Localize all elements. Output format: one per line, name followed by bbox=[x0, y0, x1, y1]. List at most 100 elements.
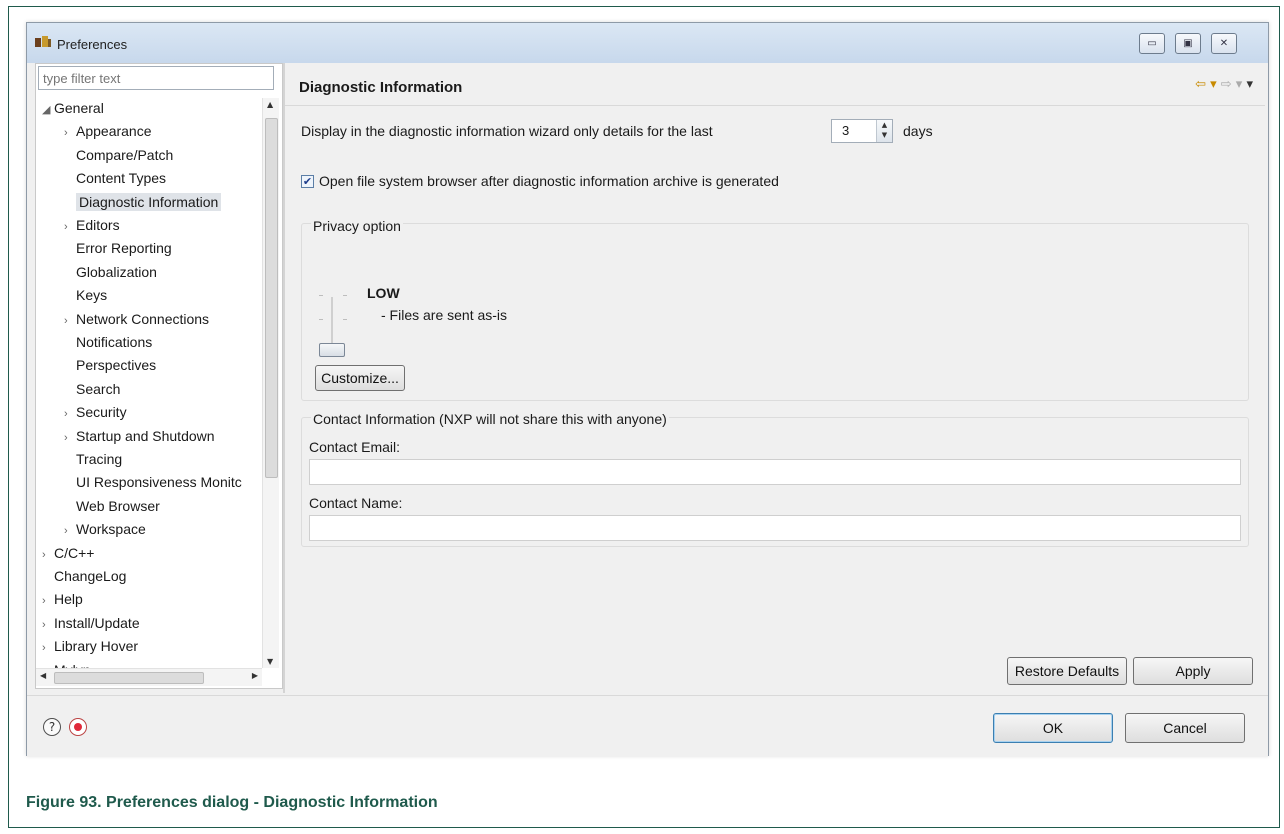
preferences-window: Preferences ▭ ▣ ✕ ◢General›AppearanceCom… bbox=[26, 22, 1269, 757]
view-menu-icon[interactable]: ▾ bbox=[1246, 77, 1253, 92]
expand-arrow-icon[interactable]: › bbox=[64, 521, 76, 541]
tree-item-label: Editors bbox=[76, 217, 120, 233]
tree-item[interactable]: ChangeLog bbox=[42, 566, 126, 586]
expand-arrow-icon[interactable]: › bbox=[64, 404, 76, 424]
tree-item[interactable]: › Editors bbox=[64, 215, 120, 235]
contact-email-field[interactable] bbox=[309, 459, 1241, 485]
tree-item[interactable]: Content Types bbox=[64, 168, 166, 188]
slider-tick bbox=[319, 319, 323, 320]
help-icon[interactable]: ? bbox=[43, 718, 61, 736]
expand-arrow-icon[interactable]: › bbox=[42, 638, 54, 658]
horizontal-scroll-thumb[interactable] bbox=[54, 672, 204, 684]
expand-arrow-icon[interactable]: › bbox=[64, 217, 76, 237]
open-browser-label: Open file system browser after diagnosti… bbox=[319, 173, 779, 189]
tree-item-label: Network Connections bbox=[76, 310, 210, 327]
tree-item[interactable]: › Security bbox=[64, 402, 127, 422]
privacy-level: LOW bbox=[367, 285, 400, 301]
title-separator bbox=[285, 105, 1265, 106]
scroll-left-icon[interactable]: ◀ bbox=[40, 671, 46, 680]
slider-tick bbox=[343, 319, 347, 320]
tree-item-label: Install/Update bbox=[54, 614, 140, 631]
tree-item-label: Keys bbox=[76, 287, 108, 304]
tree-item[interactable]: Perspectives bbox=[64, 355, 156, 375]
tree-item-label: Content Types bbox=[76, 170, 167, 187]
record-icon[interactable] bbox=[69, 718, 87, 736]
forward-arrow-icon[interactable]: ⇨ ▾ bbox=[1221, 77, 1243, 92]
contact-email-label: Contact Email: bbox=[309, 439, 401, 455]
tree-item[interactable]: › Library Hover bbox=[42, 636, 138, 656]
tree-item[interactable]: › Help bbox=[42, 589, 83, 609]
vertical-scroll-thumb[interactable] bbox=[265, 118, 278, 478]
minimize-button[interactable]: ▭ bbox=[1139, 33, 1165, 54]
tree-horizontal-scrollbar[interactable]: ◀ ▶ bbox=[36, 668, 262, 686]
expand-arrow-icon[interactable]: › bbox=[42, 615, 54, 635]
tree-item[interactable]: ◢ General bbox=[42, 98, 104, 118]
tree-vertical-scrollbar[interactable]: ▲ ▼ bbox=[262, 98, 279, 668]
privacy-slider-thumb[interactable] bbox=[319, 343, 345, 357]
days-unit: days bbox=[903, 123, 933, 139]
tree-item-label: Security bbox=[76, 404, 127, 421]
spin-down-icon[interactable]: ▼ bbox=[877, 130, 892, 140]
maximize-button[interactable]: ▣ bbox=[1175, 33, 1201, 54]
tree-item[interactable]: Compare/Patch bbox=[64, 145, 173, 165]
tree-item[interactable]: › Workspace bbox=[64, 519, 146, 539]
footer-separator bbox=[27, 695, 1268, 696]
preference-tree-pane: ◢General›AppearanceCompare/PatchContent … bbox=[35, 63, 283, 689]
days-label: Display in the diagnostic information wi… bbox=[301, 123, 713, 139]
page-navigation: ⇦ ▾ ⇨ ▾ ▾ bbox=[1195, 77, 1253, 92]
tree-item[interactable]: › Install/Update bbox=[42, 613, 140, 633]
tree-item-label: Library Hover bbox=[54, 638, 139, 655]
tree-item-label: ChangeLog bbox=[54, 568, 127, 584]
tree-item[interactable]: › Appearance bbox=[64, 121, 152, 141]
ok-button[interactable]: OK bbox=[993, 713, 1113, 743]
tree-item-label: Help bbox=[54, 591, 83, 608]
filter-input[interactable] bbox=[38, 66, 274, 90]
close-button[interactable]: ✕ bbox=[1211, 33, 1237, 54]
spinner-buttons[interactable]: ▲ ▼ bbox=[876, 120, 892, 142]
tree-item[interactable]: Tracing bbox=[64, 449, 122, 469]
tree-item[interactable]: › Network Connections bbox=[64, 309, 209, 329]
days-spinner[interactable]: 3 ▲ ▼ bbox=[831, 119, 893, 143]
expand-arrow-icon[interactable]: › bbox=[64, 311, 76, 331]
privacy-level-description: - Files are sent as-is bbox=[381, 307, 508, 323]
privacy-group-label: Privacy option bbox=[311, 218, 403, 234]
tree-item[interactable]: Web Browser bbox=[64, 496, 160, 516]
expand-arrow-icon[interactable]: › bbox=[42, 591, 54, 611]
scroll-up-icon[interactable]: ▲ bbox=[267, 100, 273, 109]
tree-item-label: Search bbox=[76, 380, 121, 397]
customize-button[interactable]: Customize... bbox=[315, 365, 405, 391]
back-arrow-icon[interactable]: ⇦ ▾ bbox=[1195, 77, 1217, 92]
expand-arrow-icon[interactable]: › bbox=[64, 123, 76, 143]
page-title: Diagnostic Information bbox=[299, 79, 463, 96]
tree-item-label: C/C++ bbox=[54, 544, 95, 561]
apply-button[interactable]: Apply bbox=[1133, 657, 1253, 685]
restore-defaults-button[interactable]: Restore Defaults bbox=[1007, 657, 1127, 685]
tree-item[interactable]: Keys bbox=[64, 285, 107, 305]
tree-item-label: Globalization bbox=[76, 263, 157, 280]
tree-item[interactable]: ›Mylyn bbox=[42, 660, 91, 668]
contact-name-field[interactable] bbox=[309, 515, 1241, 541]
expand-arrow-icon[interactable]: › bbox=[42, 545, 54, 565]
tree-item[interactable]: Notifications bbox=[64, 332, 152, 352]
tree-item[interactable]: Globalization bbox=[64, 262, 157, 282]
tree-item[interactable]: › Startup and Shutdown bbox=[64, 426, 215, 446]
tree-item[interactable]: › C/C++ bbox=[42, 543, 94, 563]
days-value[interactable]: 3 bbox=[842, 123, 849, 138]
spin-up-icon[interactable]: ▲ bbox=[877, 120, 892, 130]
scroll-down-icon[interactable]: ▼ bbox=[267, 657, 273, 666]
expand-arrow-icon[interactable]: › bbox=[64, 428, 76, 448]
tree-item-label: Perspectives bbox=[76, 357, 157, 374]
tree-item[interactable]: Diagnostic Information bbox=[64, 192, 222, 212]
tree-item-label: Diagnostic Information bbox=[76, 192, 222, 211]
scroll-right-icon[interactable]: ▶ bbox=[252, 671, 258, 680]
cancel-button[interactable]: Cancel bbox=[1125, 713, 1245, 743]
expand-arrow-icon[interactable]: ◢ bbox=[42, 100, 54, 120]
tree-item[interactable]: UI Responsiveness Monitc bbox=[64, 472, 242, 492]
tree-item[interactable]: Search bbox=[64, 379, 120, 399]
dialog-body: ◢General›AppearanceCompare/PatchContent … bbox=[27, 63, 1268, 757]
tree-item[interactable]: Error Reporting bbox=[64, 238, 172, 258]
open-browser-checkbox[interactable]: ✔ bbox=[301, 175, 314, 188]
contact-group-label: Contact Information (NXP will not share … bbox=[311, 411, 669, 427]
tree-item-label: Appearance bbox=[76, 123, 152, 140]
preference-page: Diagnostic Information ⇦ ▾ ⇨ ▾ ▾ Display… bbox=[285, 63, 1265, 693]
